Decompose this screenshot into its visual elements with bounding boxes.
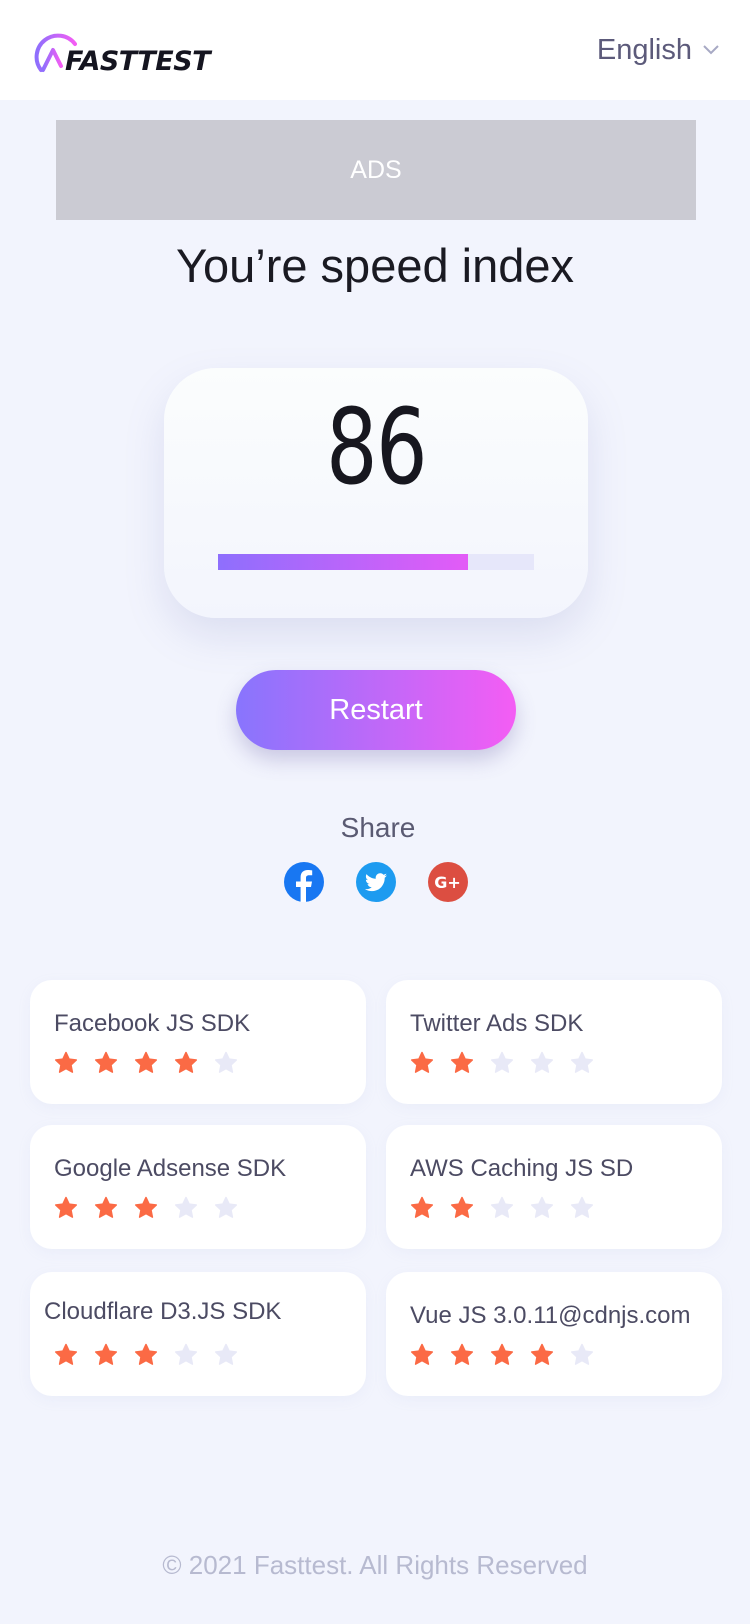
star-filled-icon — [134, 1196, 158, 1218]
star-empty-icon — [214, 1343, 238, 1365]
star-empty-icon — [570, 1343, 594, 1365]
sdk-card[interactable]: AWS Caching JS SD — [386, 1125, 722, 1249]
sdk-rating-stars — [410, 1051, 594, 1075]
sdk-card[interactable]: Facebook JS SDK — [30, 980, 366, 1104]
svg-text:G+: G+ — [434, 873, 461, 892]
sdk-card[interactable]: Cloudflare D3.JS SDK — [30, 1272, 366, 1396]
share-icons: G+ — [284, 862, 468, 902]
sdk-rating-stars — [410, 1343, 594, 1367]
sdk-rating-stars — [410, 1196, 594, 1220]
star-filled-icon — [134, 1051, 158, 1073]
twitter-icon[interactable] — [356, 862, 396, 902]
star-empty-icon — [530, 1196, 554, 1218]
share-label: Share — [340, 812, 416, 843]
language-label: English — [596, 33, 692, 66]
star-filled-icon — [94, 1051, 118, 1073]
star-empty-icon — [490, 1196, 514, 1218]
star-empty-icon — [174, 1343, 198, 1365]
star-filled-icon — [54, 1196, 78, 1218]
star-filled-icon — [410, 1343, 434, 1365]
star-filled-icon — [450, 1343, 474, 1365]
speed-score: 86 — [325, 386, 428, 508]
sdk-name: Cloudflare D3.JS SDK — [44, 1298, 282, 1325]
star-empty-icon — [570, 1196, 594, 1218]
star-empty-icon — [570, 1051, 594, 1073]
chevron-down-icon — [703, 45, 719, 55]
star-filled-icon — [530, 1343, 554, 1365]
sdk-name: Twitter Ads SDK — [410, 1010, 584, 1037]
star-filled-icon — [410, 1051, 434, 1073]
star-filled-icon — [450, 1196, 474, 1218]
sdk-rating-stars — [54, 1196, 238, 1220]
score-card: 86 — [164, 368, 588, 618]
star-filled-icon — [54, 1051, 78, 1073]
sdk-rating-stars — [54, 1343, 238, 1367]
ads-label: ADS — [350, 155, 402, 184]
language-selector[interactable]: English — [597, 30, 720, 70]
sdk-name: Vue JS 3.0.11@cdnjs.com — [410, 1302, 691, 1329]
sdk-name: AWS Caching JS SD — [410, 1155, 634, 1182]
star-filled-icon — [134, 1343, 158, 1365]
star-empty-icon — [490, 1051, 514, 1073]
star-filled-icon — [450, 1051, 474, 1073]
sdk-rating-stars — [54, 1051, 238, 1075]
sdk-card[interactable]: Twitter Ads SDK — [386, 980, 722, 1104]
star-empty-icon — [530, 1051, 554, 1073]
sdk-name: Google Adsense SDK — [54, 1155, 287, 1182]
restart-button[interactable]: Restart — [236, 670, 516, 750]
facebook-icon[interactable] — [284, 862, 324, 902]
star-filled-icon — [490, 1343, 514, 1365]
google-plus-icon[interactable]: G+ — [428, 862, 468, 902]
header: FASTTEST English — [0, 0, 750, 100]
star-empty-icon — [214, 1196, 238, 1218]
page-title: You’re speed index — [175, 239, 575, 292]
star-empty-icon — [174, 1196, 198, 1218]
ads-banner[interactable]: ADS — [56, 120, 696, 220]
logo-text: FASTTEST — [65, 46, 211, 77]
star-filled-icon — [94, 1343, 118, 1365]
footer-copyright: © 2021 Fasttest. All Rights Reserved — [162, 1550, 588, 1580]
sdk-name: Facebook JS SDK — [54, 1010, 251, 1037]
star-filled-icon — [54, 1343, 78, 1365]
sdk-card[interactable]: Google Adsense SDK — [30, 1125, 366, 1249]
speed-progress-fill — [218, 554, 468, 570]
star-filled-icon — [410, 1196, 434, 1218]
star-filled-icon — [94, 1196, 118, 1218]
star-filled-icon — [174, 1051, 198, 1073]
star-empty-icon — [214, 1051, 238, 1073]
sdk-card[interactable]: Vue JS 3.0.11@cdnjs.com — [386, 1272, 722, 1396]
speed-progress-bar — [218, 554, 534, 570]
